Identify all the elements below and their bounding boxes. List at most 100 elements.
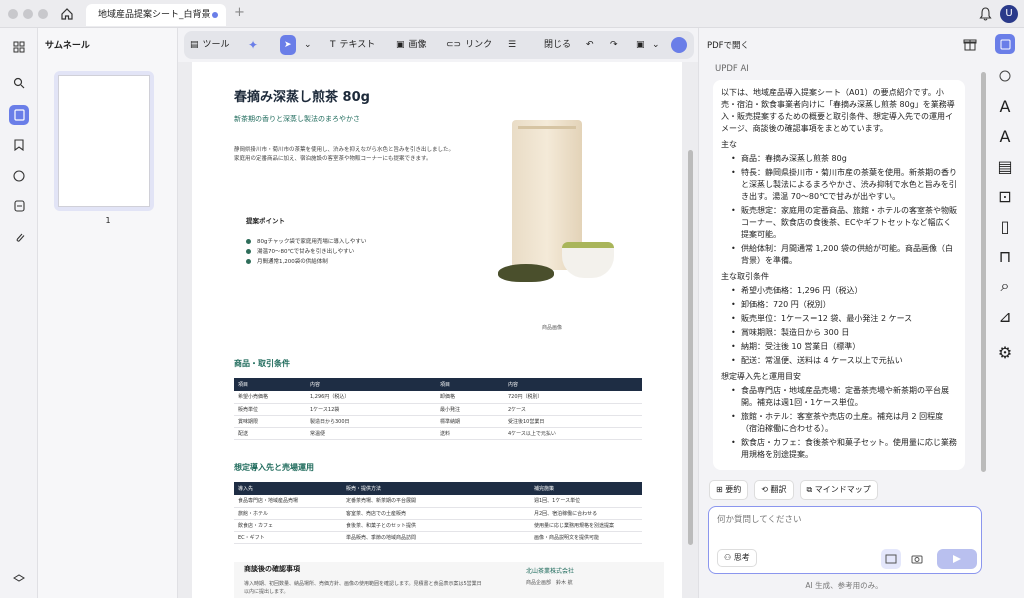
bell-icon[interactable] — [979, 7, 992, 21]
home-icon[interactable] — [60, 7, 74, 21]
attachment-list-icon[interactable] — [9, 196, 29, 216]
list-item: 供給体制：月間通常 1,200 袋の供給が可能。商品画像（白背景）を準備。 — [731, 243, 957, 267]
table-row: 旅館・ホテル 客室茶、売店での土産販売 月2回、宿泊稼働に合わせる — [234, 507, 642, 520]
redo-icon[interactable]: ↷ — [610, 35, 618, 55]
comment-icon[interactable] — [9, 166, 29, 186]
list-item: 旅館・ホテル：客室茶や売店の土産。補充は月 2 回程度（宿泊稼働に合わせる）。 — [731, 411, 957, 435]
point-item[interactable]: 80gチャック袋で家庭用売場に導入しやすい — [246, 237, 366, 245]
confirm-heading[interactable]: 商談後の確認事項 — [244, 564, 300, 574]
main-heading: 主な — [721, 140, 737, 149]
align-icon[interactable]: ☰ — [508, 35, 516, 55]
left-rail — [0, 28, 38, 598]
points-heading[interactable]: 提案ポイント — [246, 215, 285, 225]
avatar[interactable]: U — [1000, 5, 1018, 23]
mindmap-chip[interactable]: ⧉ マインドマップ — [799, 480, 878, 500]
right-rail: A A ▤ ⊡ ▯ ⊓ ⌕ ⊿ ⚙ — [988, 28, 1024, 598]
table-row: 配送 常温便 送料 4ケース以上で元払い — [234, 427, 642, 440]
gift-icon[interactable] — [963, 37, 977, 51]
list-item: 販売想定：家庭用の定番商品、旅館・ホテルの客室茶や物販コーナー、飲食店の食後茶、… — [731, 205, 957, 241]
image-button[interactable]: ▣ 画像 — [396, 35, 427, 55]
contact-person[interactable]: 商品企画部 鈴木 航 — [526, 579, 573, 586]
select-button[interactable]: ➤ — [280, 35, 296, 55]
window-controls[interactable] — [8, 9, 48, 19]
search-icon[interactable] — [9, 73, 29, 93]
table-row: 飲食店・カフェ 食後茶、和菓子とのセット提供 使用量に応じ業務用規格を別途提案 — [234, 519, 642, 532]
product-subtitle[interactable]: 新茶期の香りと深蒸し製法のまろやかさ — [234, 114, 360, 124]
book-icon[interactable]: ▯ — [995, 216, 1015, 236]
chevron-down-icon[interactable]: ⌄ — [304, 35, 312, 55]
document-canvas: 春摘み深蒸し煎茶 80g 新茶期の香りと深蒸し製法のまろやかさ 静岡県掛川市・菊… — [178, 62, 698, 598]
product-title[interactable]: 春摘み深蒸し煎茶 80g — [234, 86, 370, 105]
presentation-icon[interactable]: ⊿ — [995, 306, 1015, 326]
toolbox-icon: ▤ — [190, 40, 199, 50]
list-item: 賞味期限：製造日から 300 日 — [731, 327, 957, 339]
settings-icon[interactable]: ⚙ — [995, 342, 1015, 362]
quick-actions: ⊞ 要約 ⟲ 翻訳 ⧉ マインドマップ — [709, 480, 878, 500]
chevron-down-icon[interactable]: ⌄ — [652, 35, 660, 55]
point-item[interactable]: 月間通常1,200袋の供給体制 — [246, 257, 328, 265]
page-thumbnail[interactable] — [54, 71, 154, 211]
layers-icon[interactable] — [9, 568, 29, 588]
text-icon: T — [330, 40, 336, 50]
ocr-text-icon[interactable]: A — [995, 96, 1015, 116]
list-item: 販売単位：1ケース＝12 袋、最小発注 2 ケース — [731, 313, 957, 325]
thumbnails-icon[interactable] — [9, 105, 29, 125]
terms-table[interactable]: 項目 内容 項目 内容 希望小売価格 1,296円（税込） 卸価格 720円（税別） 販売単… — [234, 378, 642, 440]
ai-scrollbar[interactable] — [981, 72, 986, 472]
confirm-body[interactable]: 導入時期、初回数量、納品場所、売価方針、画像の使用範囲を確認します。見積書と食品… — [244, 580, 484, 596]
search-doc-icon[interactable]: ⌕ — [995, 276, 1015, 296]
title-bar: 地域産品提案シート_白背景 + U — [0, 0, 1024, 28]
thumbnail-header: サムネール — [45, 41, 90, 51]
translate-chip[interactable]: ⟲ 翻訳 — [754, 480, 794, 500]
text-button[interactable]: T テキスト — [330, 35, 375, 55]
link-button[interactable]: ⊂⊃ リンク — [446, 35, 492, 55]
think-toggle[interactable]: ⚇ 思考 — [717, 549, 757, 567]
company-name[interactable]: 北山茶業株式会社 — [526, 566, 574, 575]
emoji-icon[interactable] — [995, 66, 1015, 86]
product-description[interactable]: 静岡県掛川市・菊川市の茶葉を使用し、渋みを抑えながら水色と旨みを引き出しました。… — [234, 146, 454, 164]
ai-question-input[interactable]: 何か質問してください ⚇ 思考 — [708, 506, 982, 574]
open-in-pdf-button[interactable]: PDFで開く — [707, 39, 749, 51]
list-item: 食品専門店・地域産品売場：定番茶売場や新茶期の平台展開。補充は週1回・1ケース単… — [731, 385, 957, 409]
bookmark-icon[interactable] — [9, 135, 29, 155]
send-icon — [953, 555, 961, 563]
image-upload-icon[interactable] — [881, 549, 901, 569]
link-icon: ⊂⊃ — [446, 40, 462, 50]
ai-disclaimer: AI 生成、参考用のみ。 — [805, 581, 883, 590]
terms-heading[interactable]: 商品・取引条件 — [234, 358, 290, 369]
table-row: EC・ギフト 単品販売、季節の地域商品訪問 画像・商品説明文を提供可能 — [234, 531, 642, 544]
form-icon[interactable]: ▤ — [995, 156, 1015, 176]
terms-summary-heading: 主な取引条件 — [721, 272, 769, 281]
convert-icon[interactable]: ⊡ — [995, 186, 1015, 206]
list-item: 飲食店・カフェ：食後茶や和菓子セット。使用量に応じ業務用規格を別途提案。 — [731, 437, 957, 461]
close-edit-button[interactable]: 閉じる — [544, 35, 571, 55]
screenshot-icon[interactable] — [907, 549, 927, 569]
grid-icon[interactable] — [9, 37, 29, 57]
channels-summary-heading: 想定導入先と運用目安 — [721, 372, 801, 381]
updf-ai-icon[interactable] — [671, 35, 687, 55]
translate-doc-icon[interactable]: A — [995, 126, 1015, 146]
document-tab[interactable]: 地域産品提案シート_白背景 — [86, 4, 226, 26]
folder-icon[interactable]: ⊓ — [995, 246, 1015, 266]
list-item: 商品：春摘み深蒸し煎茶 80g — [731, 153, 957, 165]
table-row: 食品専門店・地域産品売場 定番茶売場、新茶期の平台展開 週1回、1ケース単位 — [234, 495, 642, 508]
point-item[interactable]: 湯温70〜80℃で甘みを引き出しやすい — [246, 247, 354, 255]
image-caption[interactable]: 商品画像 — [542, 324, 562, 331]
channels-heading[interactable]: 想定導入先と売場運用 — [234, 462, 314, 473]
thumbnail-panel: サムネール 1 — [38, 28, 178, 598]
ai-chat-icon[interactable] — [995, 34, 1015, 54]
document-scrollbar[interactable] — [688, 150, 693, 545]
image-icon: ▣ — [396, 40, 405, 50]
new-tab-icon[interactable]: + — [234, 5, 245, 20]
channels-table[interactable]: 導入先 販売・提供方法 補完施策 食品専門店・地域産品売場 定番茶売場、新茶期の平台展… — [234, 482, 642, 544]
summary-icon: ⊞ — [716, 485, 726, 494]
ai-sparkle-icon[interactable]: ✦ — [248, 35, 258, 55]
tool-button[interactable]: ▤ ツール — [190, 35, 230, 55]
undo-icon[interactable]: ↶ — [586, 35, 594, 55]
paperclip-icon[interactable] — [9, 227, 29, 247]
send-button[interactable] — [937, 549, 977, 569]
table-row: 販売単位 1ケース12袋 最小発注 2ケース — [234, 403, 642, 416]
save-icon[interactable]: ▣ — [636, 35, 645, 55]
summarize-chip[interactable]: ⊞ 要約 — [709, 480, 749, 500]
tea-cup-image — [562, 242, 614, 278]
